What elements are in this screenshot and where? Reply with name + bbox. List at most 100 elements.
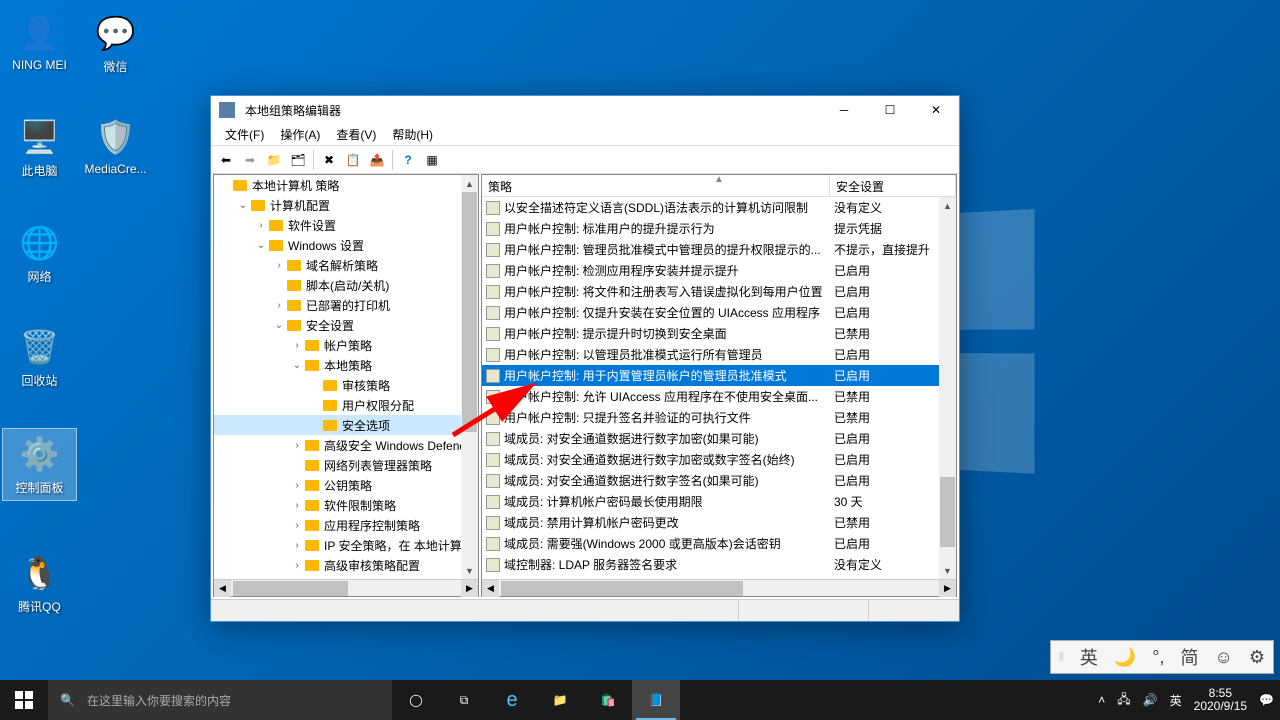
- task-gpedit[interactable]: 📘: [632, 680, 680, 720]
- show-hide-tree-button[interactable]: 🗂: [287, 149, 309, 171]
- tray-notifications-icon[interactable]: 💬: [1259, 693, 1274, 707]
- expand-icon[interactable]: ⌄: [272, 320, 286, 331]
- policy-row[interactable]: 用户帐户控制: 标准用户的提升提示行为提示凭据: [482, 218, 956, 239]
- start-button[interactable]: [0, 680, 48, 720]
- tree-item[interactable]: 审核策略: [214, 375, 478, 395]
- policy-row[interactable]: 用户帐户控制: 仅提升安装在安全位置的 UIAccess 应用程序已启用: [482, 302, 956, 323]
- expand-icon[interactable]: ›: [290, 340, 304, 351]
- expand-icon[interactable]: ⌄: [254, 240, 268, 251]
- tray-ime-icon[interactable]: 英: [1170, 692, 1182, 709]
- export-button[interactable]: 📤: [366, 149, 388, 171]
- scroll-up-icon[interactable]: ▲: [939, 197, 956, 214]
- tray-chevron-icon[interactable]: ˄: [1098, 693, 1105, 707]
- tree-item[interactable]: ›IP 安全策略，在 本地计算机: [214, 535, 478, 555]
- list-vscroll[interactable]: ▲ ▼: [939, 197, 956, 579]
- expand-icon[interactable]: ›: [290, 480, 304, 491]
- scroll-right-icon[interactable]: ▶: [939, 580, 956, 597]
- tray-clock[interactable]: 8:552020/9/15: [1194, 687, 1247, 713]
- tree-item[interactable]: ›软件限制策略: [214, 495, 478, 515]
- policy-row[interactable]: 域成员: 对安全通道数据进行数字签名(如果可能)已启用: [482, 470, 956, 491]
- ime-moon-icon[interactable]: 🌙: [1110, 647, 1140, 668]
- ime-toolbar[interactable]: ⦀ 英 🌙 °, 简 ☺ ⚙: [1050, 640, 1274, 674]
- expand-icon[interactable]: ›: [290, 560, 304, 571]
- desktop-icon-回收站[interactable]: 🗑️回收站: [2, 322, 77, 393]
- menu-view[interactable]: 查看(V): [328, 124, 384, 145]
- tree-scroll-thumb[interactable]: [462, 192, 477, 432]
- policy-row[interactable]: 域成员: 禁用计算机帐户密码更改已禁用: [482, 512, 956, 533]
- policy-row[interactable]: 域控制器: LDAP 服务器签名要求没有定义: [482, 554, 956, 575]
- expand-icon[interactable]: ›: [290, 440, 304, 451]
- tree-body[interactable]: 本地计算机 策略⌄计算机配置›软件设置⌄Windows 设置›域名解析策略脚本(…: [214, 175, 478, 579]
- task-explorer[interactable]: 📁: [536, 680, 584, 720]
- policy-row[interactable]: 用户帐户控制: 提示提升时切换到安全桌面已禁用: [482, 323, 956, 344]
- ime-emoji-icon[interactable]: ☺: [1210, 647, 1236, 668]
- tray-network-icon[interactable]: 🖧: [1117, 690, 1130, 711]
- task-cortana[interactable]: ◯: [392, 680, 440, 720]
- tree-item[interactable]: 本地计算机 策略: [214, 175, 478, 195]
- ime-lang[interactable]: 英: [1076, 644, 1102, 670]
- system-tray[interactable]: ˄ 🖧 🔊 英 8:552020/9/15 💬: [1092, 680, 1280, 720]
- desktop-icon-NING MEI[interactable]: 👤NING MEI: [2, 8, 77, 76]
- minimize-button[interactable]: ─: [821, 96, 867, 124]
- list-scroll-thumb[interactable]: [940, 477, 955, 547]
- policy-row[interactable]: 域成员: 对安全通道数据进行数字加密(如果可能)已启用: [482, 428, 956, 449]
- delete-button[interactable]: ✖: [318, 149, 340, 171]
- tree-item[interactable]: ›公钥策略: [214, 475, 478, 495]
- scroll-down-icon[interactable]: ▼: [461, 562, 478, 579]
- desktop-icon-网络[interactable]: 🌐网络: [2, 218, 77, 289]
- desktop-icon-微信[interactable]: 💬微信: [78, 8, 153, 79]
- tree-item[interactable]: 网络列表管理器策略: [214, 455, 478, 475]
- tree-item[interactable]: ›已部署的打印机: [214, 295, 478, 315]
- list-body[interactable]: 以安全描述符定义语言(SDDL)语法表示的计算机访问限制没有定义用户帐户控制: …: [482, 197, 956, 579]
- menu-help[interactable]: 帮助(H): [384, 124, 441, 145]
- task-store[interactable]: 🛍️: [584, 680, 632, 720]
- menu-file[interactable]: 文件(F): [217, 124, 272, 145]
- scroll-left-icon[interactable]: ◀: [482, 580, 499, 597]
- scroll-down-icon[interactable]: ▼: [939, 562, 956, 579]
- desktop-icon-控制面板[interactable]: ⚙️控制面板: [2, 428, 77, 501]
- back-button[interactable]: ⬅: [215, 149, 237, 171]
- policy-row[interactable]: 域成员: 对安全通道数据进行数字加密或数字签名(始终)已启用: [482, 449, 956, 470]
- scroll-right-icon[interactable]: ▶: [461, 580, 478, 597]
- list-hscroll-thumb[interactable]: [501, 581, 743, 596]
- expand-icon[interactable]: ›: [290, 520, 304, 531]
- tray-volume-icon[interactable]: 🔊: [1143, 693, 1158, 707]
- taskbar-search[interactable]: 🔍 在这里输入你要搜索的内容: [48, 680, 392, 720]
- policy-row[interactable]: 用户帐户控制: 只提升签名并验证的可执行文件已禁用: [482, 407, 956, 428]
- collapse-icon[interactable]: ▲: [714, 174, 724, 185]
- tree-item[interactable]: ⌄计算机配置: [214, 195, 478, 215]
- help-button[interactable]: ?: [397, 149, 419, 171]
- tree-item[interactable]: ⌄Windows 设置: [214, 235, 478, 255]
- col-security[interactable]: 安全设置: [830, 175, 956, 196]
- policy-row[interactable]: 用户帐户控制: 以管理员批准模式运行所有管理员已启用: [482, 344, 956, 365]
- tree-item[interactable]: 安全选项: [214, 415, 478, 435]
- expand-icon[interactable]: ›: [290, 500, 304, 511]
- expand-icon[interactable]: ›: [272, 260, 286, 271]
- expand-icon[interactable]: ›: [272, 300, 286, 311]
- expand-icon[interactable]: ⌄: [236, 200, 250, 211]
- scroll-left-icon[interactable]: ◀: [214, 580, 231, 597]
- policy-row[interactable]: 域成员: 计算机帐户密码最长使用期限30 天: [482, 491, 956, 512]
- tree-vscroll[interactable]: ▲ ▼: [461, 175, 478, 579]
- expand-icon[interactable]: ⌄: [290, 360, 304, 371]
- tree-item[interactable]: ›高级安全 Windows Defend: [214, 435, 478, 455]
- tree-item[interactable]: ›软件设置: [214, 215, 478, 235]
- desktop-icon-此电脑[interactable]: 🖥️此电脑: [2, 112, 77, 183]
- tree-hscroll-thumb[interactable]: [233, 581, 348, 596]
- task-edge[interactable]: e: [488, 680, 536, 720]
- policy-row[interactable]: 用户帐户控制: 管理员批准模式中管理员的提升权限提示的...不提示，直接提升: [482, 239, 956, 260]
- ime-gear-icon[interactable]: ⚙: [1245, 647, 1269, 668]
- policy-row[interactable]: 用户帐户控制: 允许 UIAccess 应用程序在不使用安全桌面...已禁用: [482, 386, 956, 407]
- titlebar[interactable]: 本地组策略编辑器 ─ ☐ ✕: [211, 96, 959, 124]
- scroll-up-icon[interactable]: ▲: [461, 175, 478, 192]
- close-button[interactable]: ✕: [913, 96, 959, 124]
- task-taskview[interactable]: ⧉: [440, 680, 488, 720]
- ime-handle[interactable]: ⦀: [1055, 650, 1068, 665]
- policy-row[interactable]: 用户帐户控制: 将文件和注册表写入错误虚拟化到每用户位置已启用: [482, 281, 956, 302]
- col-policy[interactable]: 策略: [482, 175, 830, 196]
- tree-item[interactable]: ›域名解析策略: [214, 255, 478, 275]
- forward-button[interactable]: ➡: [239, 149, 261, 171]
- policy-row[interactable]: 以安全描述符定义语言(SDDL)语法表示的计算机访问限制没有定义: [482, 197, 956, 218]
- tree-item[interactable]: 用户权限分配: [214, 395, 478, 415]
- properties-button[interactable]: 📋: [342, 149, 364, 171]
